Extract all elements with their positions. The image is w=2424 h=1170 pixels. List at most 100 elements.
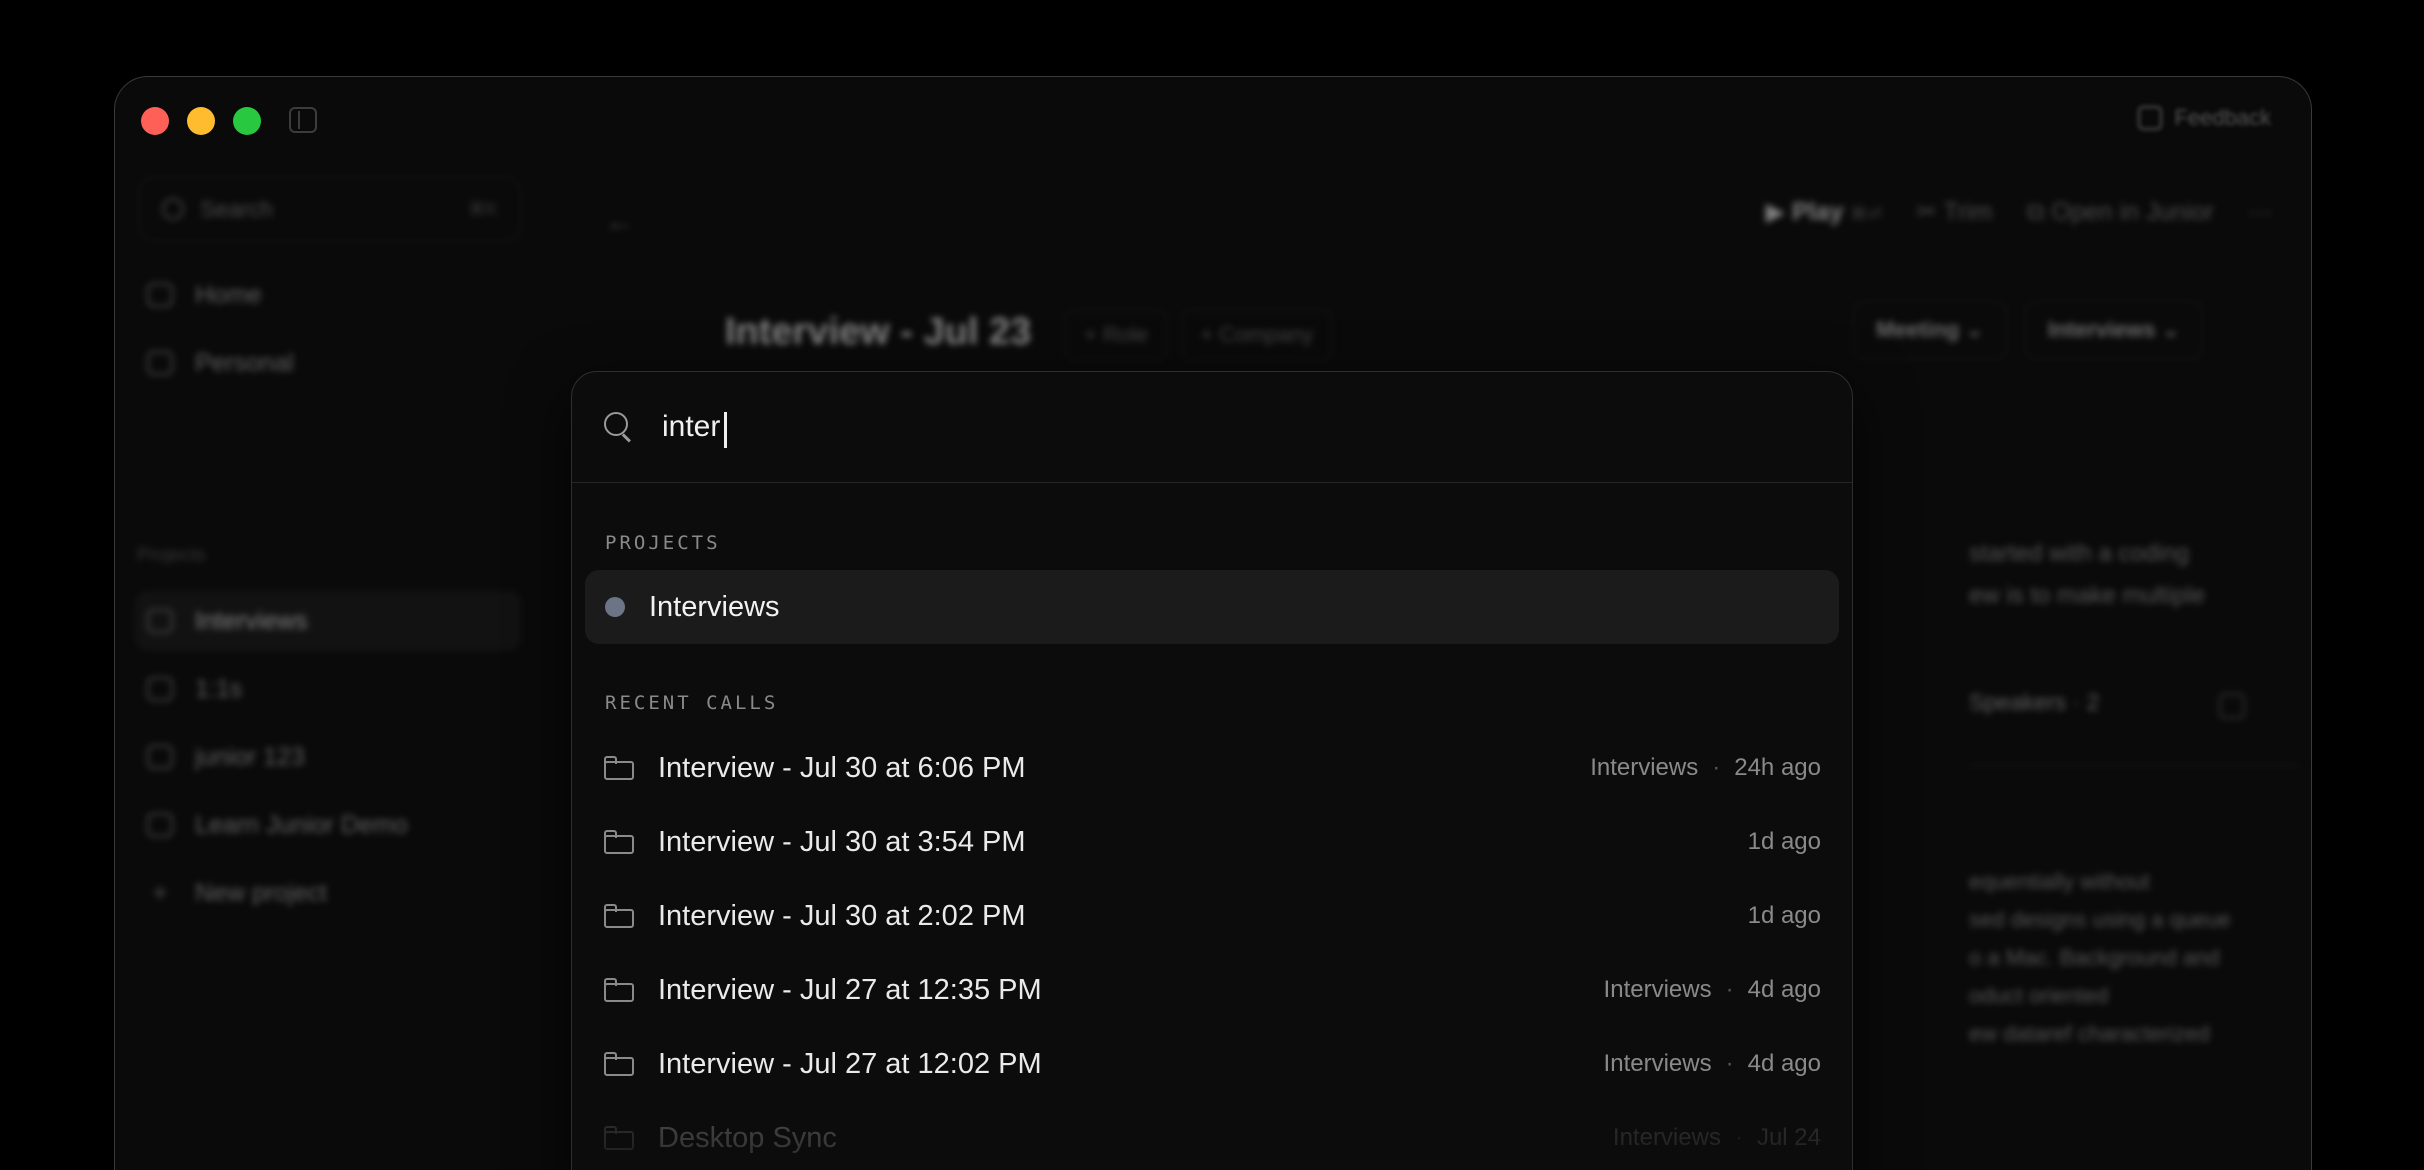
- trim-label: Trim: [1943, 198, 1993, 226]
- page-title: Interview - Jul 23: [725, 311, 1032, 353]
- call-meta: Interviews · 4d ago: [1604, 976, 1821, 1004]
- add-company-chip[interactable]: + Company: [1181, 309, 1333, 361]
- notes-line: equentially without: [1969, 869, 2151, 894]
- home-icon: [147, 283, 173, 307]
- recent-call-item[interactable]: Desktop Sync Interviews · Jul 24: [572, 1101, 1852, 1170]
- recent-call-item[interactable]: Interview - Jul 30 at 3:54 PM 1d ago: [572, 805, 1852, 879]
- meeting-type-select[interactable]: Meeting ⌄: [1853, 301, 2007, 359]
- notes-text: equentially without sed designs using a …: [1969, 863, 2231, 1053]
- folder-icon: [147, 609, 173, 633]
- folder-icon: [604, 756, 634, 780]
- divider: [1969, 765, 2299, 767]
- sidebar-item-personal[interactable]: Personal: [135, 333, 521, 393]
- recent-call-item[interactable]: Interview - Jul 27 at 12:02 PM Interview…: [572, 1027, 1852, 1101]
- call-meta: Interviews · Jul 24: [1613, 1124, 1821, 1152]
- notes-line: oduct oriented: [1969, 983, 2109, 1008]
- add-role-chip[interactable]: + Role: [1065, 309, 1168, 361]
- call-meta: 1d ago: [1748, 828, 1821, 856]
- folder-icon: [147, 677, 173, 701]
- sidebar-item-label: junior 123: [195, 742, 305, 771]
- open-label: Open in Junior: [2051, 197, 2215, 226]
- folder-icon: [147, 813, 173, 837]
- speakers-label[interactable]: Speakers · 2: [1969, 689, 2099, 716]
- call-time: Jul 24: [1756, 1124, 1821, 1151]
- search-icon: [604, 412, 634, 443]
- sidebar-item-label: Learn Junior Demo: [195, 810, 408, 839]
- sidebar-search-placeholder: Search: [200, 195, 273, 222]
- meta-selects: Meeting ⌄ Interviews ⌄: [1853, 301, 2203, 359]
- lock-icon: [147, 351, 173, 375]
- call-name: Interview - Jul 30 at 6:06 PM: [658, 751, 1026, 784]
- tag-chips: + Role + Company: [1065, 309, 1333, 361]
- notes-line: o a Mac. Background and: [1969, 945, 2220, 970]
- call-time: 4d ago: [1747, 976, 1821, 1003]
- recent-call-item[interactable]: Interview - Jul 30 at 2:02 PM 1d ago: [572, 879, 1852, 953]
- palette-search-input[interactable]: [662, 410, 1762, 444]
- meta-separator: ·: [1725, 976, 1734, 1003]
- call-project: Interviews: [1612, 1124, 1721, 1151]
- text-caret: [724, 412, 727, 448]
- recent-call-item[interactable]: Interview - Jul 30 at 6:06 PM Interviews…: [572, 731, 1852, 805]
- sidebar-item-label: Interviews: [195, 606, 308, 635]
- meta-separator: ·: [1734, 1124, 1743, 1151]
- project-label: Interviews: [649, 590, 780, 623]
- call-time: 24h ago: [1734, 754, 1821, 781]
- open-in-junior-button[interactable]: ⧉ Open in Junior: [2027, 198, 2214, 227]
- meta-separator: ·: [1725, 1050, 1734, 1077]
- copy-icon[interactable]: [2219, 693, 2245, 719]
- folder-icon: [604, 1052, 634, 1076]
- project-color-dot-icon: [605, 597, 625, 617]
- search-shortcut: ⌘K: [467, 198, 498, 219]
- call-time: 1d ago: [1747, 828, 1821, 855]
- summary-line: started with a coding: [1969, 540, 2190, 567]
- back-arrow-icon[interactable]: ←: [605, 205, 635, 239]
- more-options-icon[interactable]: ···: [2248, 198, 2273, 227]
- call-name: Interview - Jul 30 at 2:02 PM: [658, 899, 1026, 932]
- plus-icon: +: [151, 877, 169, 908]
- sidebar: Search ⌘K Home Personal Projects Intervi…: [115, 161, 549, 1170]
- palette-project-interviews[interactable]: Interviews: [585, 570, 1839, 644]
- sidebar-item-home[interactable]: Home: [135, 265, 521, 325]
- sidebar-item-1on1s[interactable]: 1:1s: [135, 659, 521, 719]
- trim-button[interactable]: ✂ Trim: [1916, 197, 1993, 227]
- folder-icon: [604, 904, 634, 928]
- play-button[interactable]: ▶ Play ⌘⏎: [1766, 197, 1882, 227]
- recent-call-item[interactable]: Interview - Jul 27 at 12:35 PM Interview…: [572, 953, 1852, 1027]
- sidebar-item-interviews[interactable]: Interviews: [135, 591, 521, 651]
- folder-icon: [604, 830, 634, 854]
- call-time: 1d ago: [1747, 902, 1821, 929]
- play-shortcut: ⌘⏎: [1850, 204, 1883, 224]
- toolbar: ▶ Play ⌘⏎ ✂ Trim ⧉ Open in Junior ···: [1766, 197, 2273, 227]
- notes-line: ew dataref characterized: [1969, 1021, 2210, 1046]
- call-meta: Interviews · 4d ago: [1604, 1050, 1821, 1078]
- summary-line: ew is to make multiple: [1969, 582, 2206, 609]
- sidebar-item-label: Personal: [195, 348, 294, 377]
- new-project-label: New project: [195, 878, 327, 907]
- call-project: Interviews: [1603, 1050, 1712, 1077]
- call-name: Interview - Jul 27 at 12:02 PM: [658, 1047, 1042, 1080]
- palette-search-bar: [572, 372, 1852, 483]
- call-name: Interview - Jul 27 at 12:35 PM: [658, 973, 1042, 1006]
- folder-icon: [604, 978, 634, 1002]
- project-select[interactable]: Interviews ⌄: [2024, 301, 2203, 359]
- sidebar-search[interactable]: Search ⌘K: [139, 177, 521, 241]
- projects-heading: Projects: [137, 545, 206, 566]
- play-label: Play: [1791, 198, 1844, 226]
- call-project: Interviews: [1603, 976, 1712, 1003]
- call-name: Desktop Sync: [658, 1121, 837, 1154]
- meta-separator: ·: [1712, 754, 1721, 781]
- search-icon: [162, 198, 184, 220]
- summary-text: started with a coding ew is to make mult…: [1969, 533, 2205, 617]
- command-palette: PROJECTS Interviews RECENT CALLS Intervi…: [571, 371, 1853, 1170]
- recent-calls-section-heading: RECENT CALLS: [605, 692, 779, 714]
- select-label: Interviews: [2047, 317, 2156, 342]
- call-meta: 1d ago: [1748, 902, 1821, 930]
- folder-icon: [604, 1126, 634, 1150]
- sidebar-item-label: 1:1s: [195, 674, 243, 703]
- call-meta: Interviews · 24h ago: [1590, 754, 1821, 782]
- new-project-button[interactable]: + New project: [135, 863, 521, 923]
- sidebar-item-junior-123[interactable]: junior 123: [135, 727, 521, 787]
- sidebar-item-learn-junior-demo[interactable]: Learn Junior Demo: [135, 795, 521, 855]
- sidebar-item-label: Home: [195, 280, 262, 309]
- projects-section-heading: PROJECTS: [605, 532, 721, 554]
